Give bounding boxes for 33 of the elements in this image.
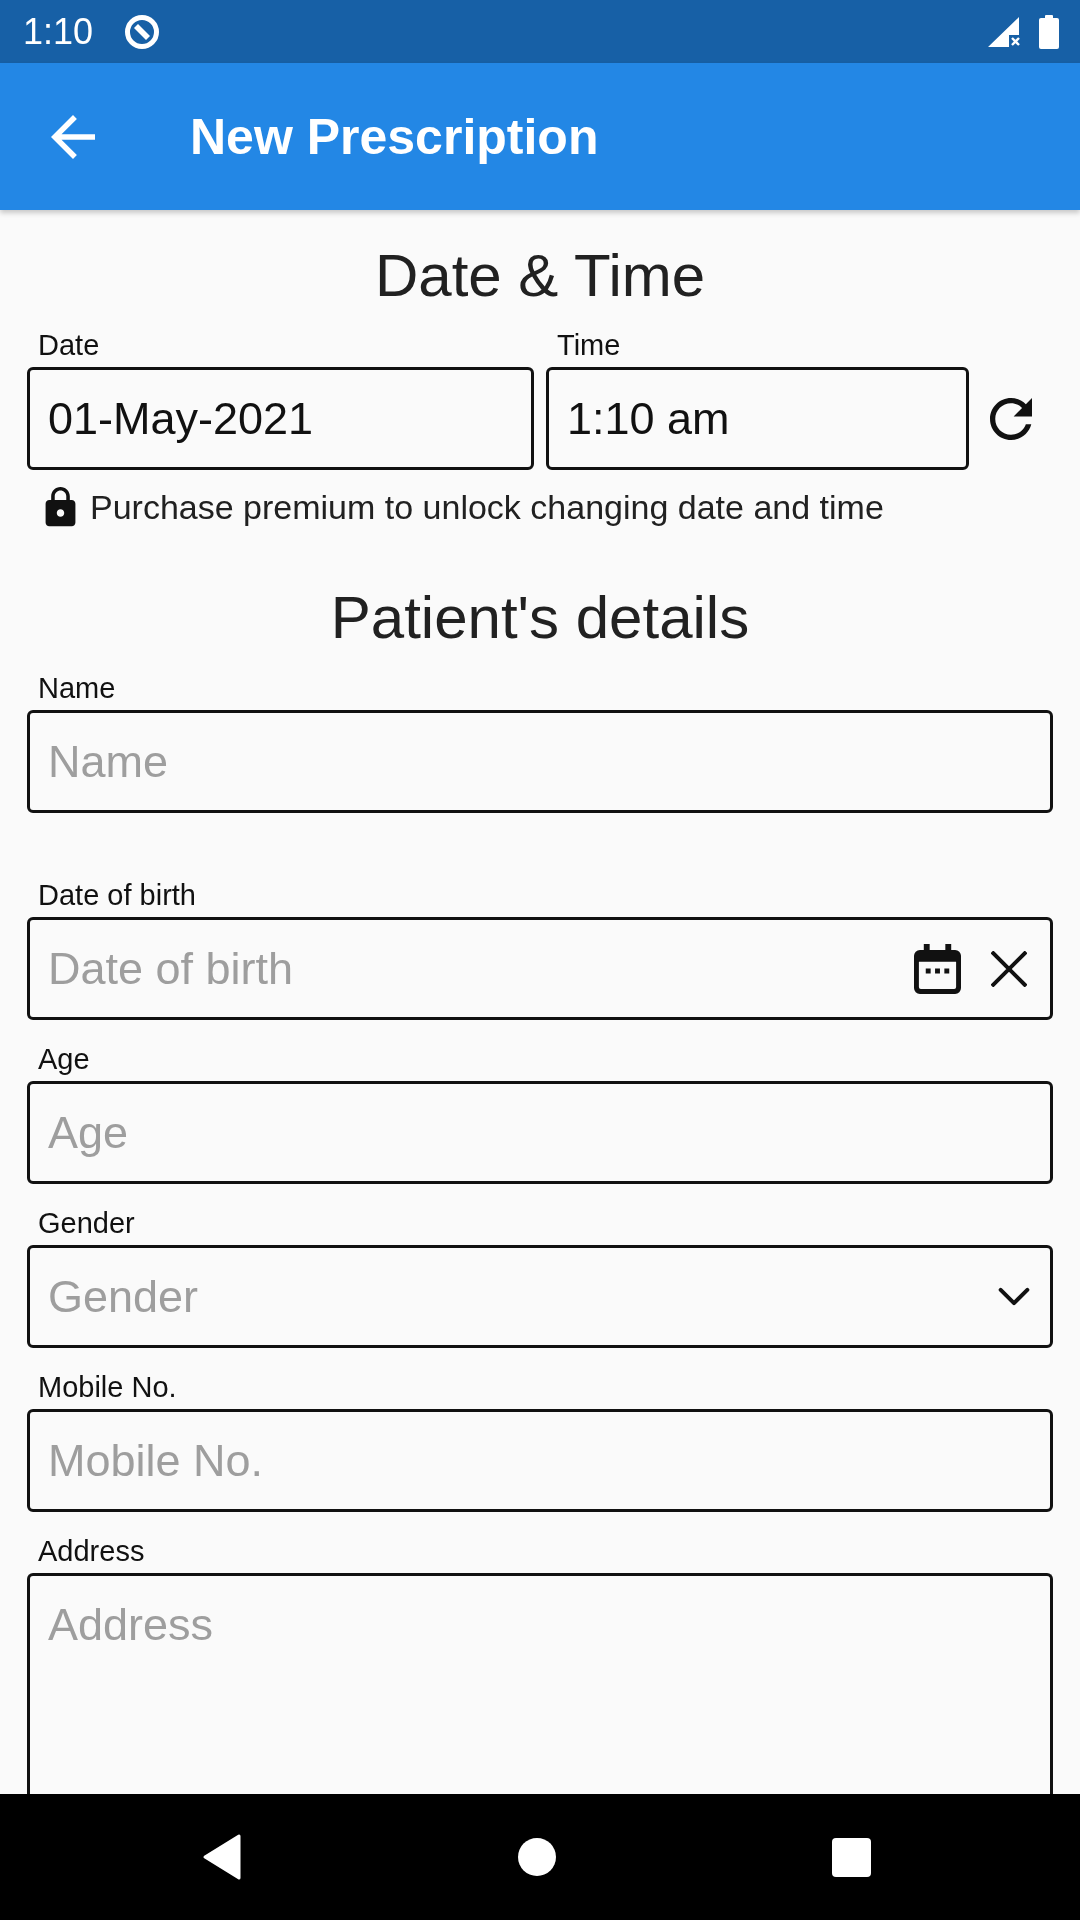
field-label: Mobile No. [37, 1370, 177, 1404]
field-label: Age [37, 1042, 90, 1076]
date-field[interactable]: Date of birth [27, 917, 1053, 1020]
field-label: Date [37, 328, 100, 362]
recents-icon[interactable] [832, 1837, 871, 1877]
status-time: 1:10 [23, 11, 94, 52]
back-icon[interactable] [202, 1833, 242, 1881]
section-heading: Patient's details [330, 583, 750, 653]
lock-icon [45, 486, 76, 528]
premium-notice: Purchase premium to unlock changing date and time [90, 487, 884, 528]
input-field[interactable]: Name [27, 710, 1053, 813]
ring-icon [124, 13, 161, 50]
field-label: Name [37, 671, 116, 705]
close-icon[interactable] [991, 950, 1027, 987]
signal-icon [987, 15, 1021, 48]
input-field[interactable]: 1:10 am [546, 367, 969, 470]
calendar-icon[interactable] [914, 943, 961, 994]
section-heading: Date & Time [374, 241, 706, 311]
field-label: Gender [37, 1206, 135, 1240]
input-field[interactable]: Mobile No. [27, 1409, 1053, 1512]
home-icon[interactable] [518, 1838, 556, 1876]
field-label: Date of birth [37, 878, 196, 912]
chevron-down-icon [998, 1287, 1030, 1306]
field-label: Time [556, 328, 621, 362]
text-area[interactable]: Address [27, 1573, 1053, 1794]
dropdown[interactable]: Gender [27, 1245, 1053, 1348]
back-arrow-icon[interactable] [51, 114, 95, 159]
refresh-icon[interactable] [990, 397, 1032, 440]
battery-icon [1039, 14, 1059, 49]
input-field[interactable]: 01-May-2021 [27, 367, 534, 470]
screen-title: New Prescription [190, 107, 599, 167]
field-label: Address [37, 1534, 145, 1568]
input-field[interactable]: Age [27, 1081, 1053, 1184]
